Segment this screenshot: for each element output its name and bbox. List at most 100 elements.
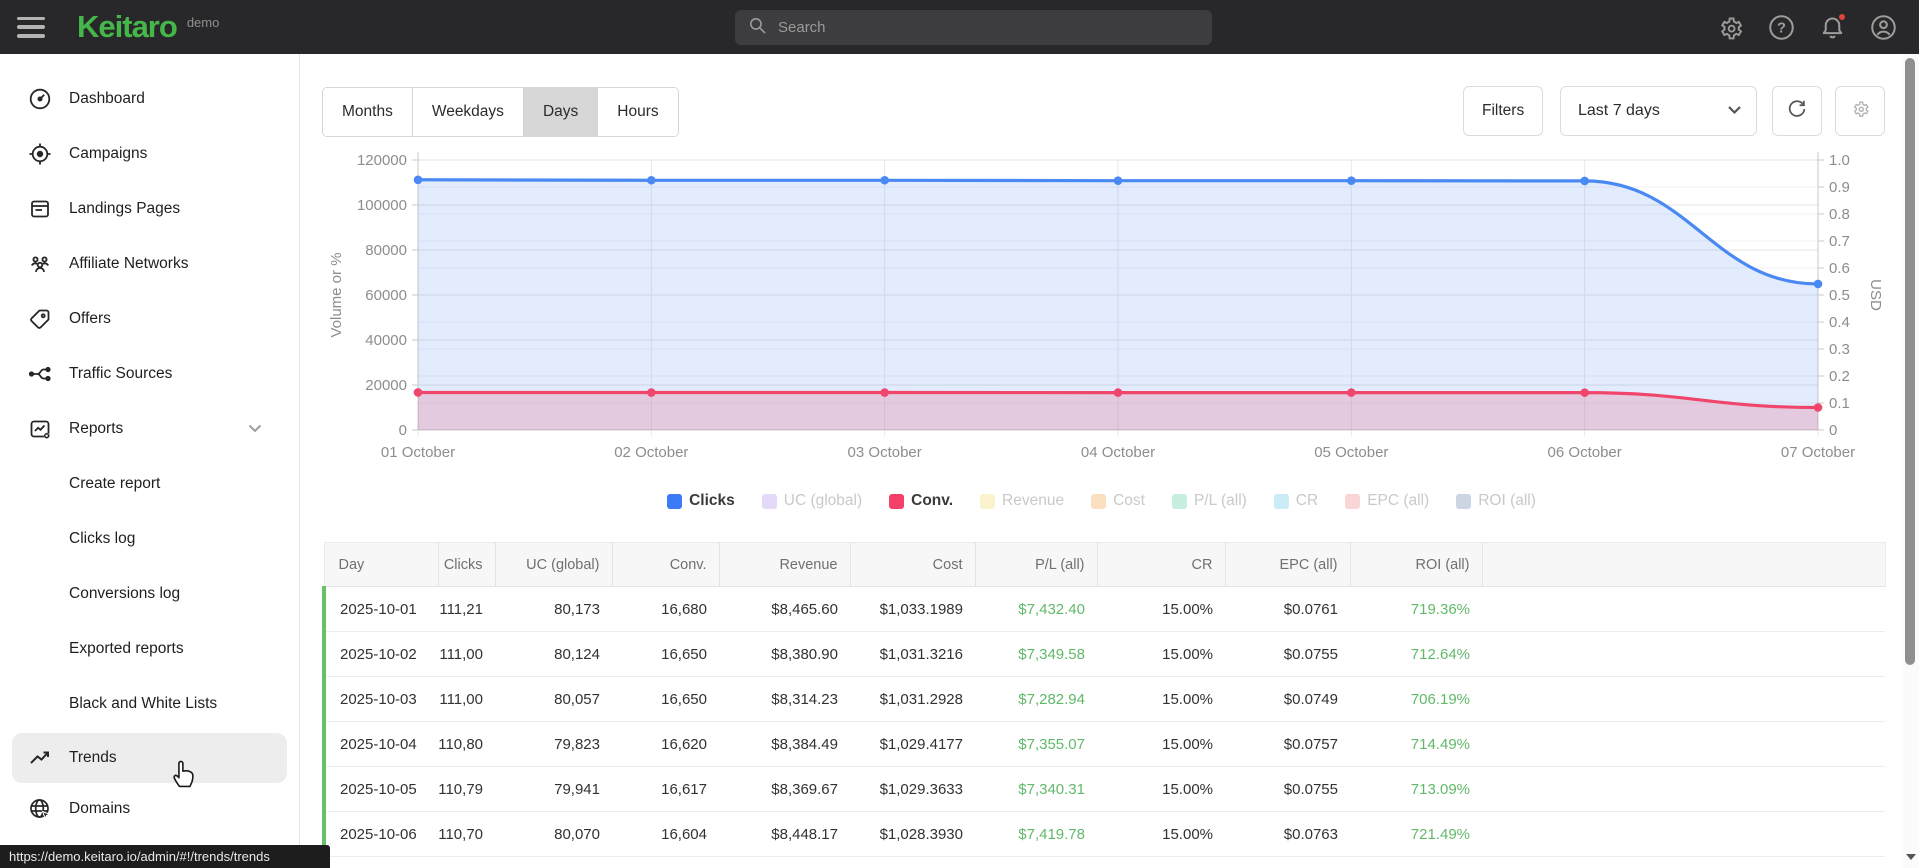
cell-epc: $0.0761: [1225, 586, 1350, 632]
cell-epc: $0.0746: [1225, 856, 1350, 868]
tab-hours[interactable]: Hours: [598, 88, 678, 136]
sidebar-item-conversions-log[interactable]: Conversions log: [0, 566, 299, 621]
main-content: Months Weekdays Days Hours Filters Last …: [301, 54, 1902, 868]
sidebar-item-dashboard[interactable]: Dashboard: [0, 71, 299, 126]
cell-cr: 15.00%: [1097, 676, 1225, 722]
svg-text:100000: 100000: [357, 197, 407, 214]
legend-item[interactable]: EPC (all): [1345, 492, 1429, 510]
legend-label: EPC (all): [1367, 492, 1430, 509]
legend-item[interactable]: Clicks: [667, 492, 735, 510]
svg-text:1.0: 1.0: [1829, 152, 1850, 169]
svg-text:0.6: 0.6: [1829, 260, 1850, 277]
cell-filler: [1482, 721, 1885, 767]
refresh-icon: [1786, 98, 1808, 125]
notifications-bell-icon[interactable]: [1819, 11, 1847, 41]
cell-day: 2025-10-04: [322, 721, 438, 767]
legend-item[interactable]: Conv.: [889, 492, 953, 510]
column-header[interactable]: Conv.: [612, 542, 720, 587]
column-header[interactable]: Day: [323, 542, 439, 587]
legend-item[interactable]: P/L (all): [1171, 492, 1247, 510]
cell-roi: 712.64%: [1350, 631, 1482, 677]
sidebar-item-landings-pages[interactable]: Landings Pages: [0, 181, 299, 236]
sidebar-item-create-report[interactable]: Create report: [0, 456, 299, 511]
svg-text:01 October: 01 October: [381, 444, 455, 461]
refresh-button[interactable]: [1772, 86, 1822, 136]
column-header[interactable]: P/L (all): [975, 542, 1098, 587]
sidebar-item-reports[interactable]: Reports: [0, 401, 299, 456]
table-row: 2025-10-01 111,21 80,173 16,680 $8,465.6…: [322, 586, 1885, 632]
brand-logo[interactable]: Keitaro: [77, 9, 178, 45]
sidebar-item-campaigns[interactable]: Campaigns: [0, 126, 299, 181]
sidebar-item-offers[interactable]: Offers: [0, 291, 299, 346]
cell-clicks: 111,00: [438, 676, 495, 722]
svg-text:06 October: 06 October: [1548, 444, 1622, 461]
column-header[interactable]: UC (global): [495, 542, 613, 587]
column-header[interactable]: EPC (all): [1225, 542, 1351, 587]
svg-text:USD: USD: [1867, 279, 1883, 311]
cell-revenue: $8,384.49: [719, 721, 850, 767]
cell-epc: $0.0755: [1225, 631, 1350, 677]
sidebar-item-label: Clicks log: [69, 529, 136, 547]
svg-text:0: 0: [1829, 422, 1837, 439]
sidebar-item-clicks-log[interactable]: Clicks log: [0, 511, 299, 566]
column-header[interactable]: Cost: [850, 542, 976, 587]
offers-icon: [28, 307, 52, 331]
cell-pl: $1,013.46: [975, 856, 1097, 868]
svg-text:120000: 120000: [357, 152, 407, 169]
tab-months[interactable]: Months: [323, 88, 413, 136]
cell-cost: $517.6296: [850, 856, 975, 868]
cell-pl: $7,282.94: [975, 676, 1097, 722]
svg-text:60000: 60000: [365, 287, 407, 304]
chart-legend: Clicks UC (global) Conv. Revenue Cost P/…: [301, 492, 1902, 510]
cell-clicks: 110,70: [438, 811, 495, 857]
account-avatar-icon[interactable]: [1870, 14, 1897, 41]
cell-day: 2025-10-07: [322, 856, 438, 868]
cell-roi: 706.19%: [1350, 676, 1482, 722]
sidebar-item-label: Landings Pages: [69, 199, 181, 217]
cell-cost: $1,031.2928: [850, 676, 975, 722]
global-search[interactable]: [735, 10, 1212, 45]
legend-item[interactable]: Cost: [1091, 492, 1145, 510]
environment-label: demo: [186, 14, 220, 30]
settings-gear-icon[interactable]: [1717, 14, 1744, 41]
filters-button[interactable]: Filters: [1463, 86, 1544, 136]
column-header[interactable]: Revenue: [719, 542, 851, 587]
scrollbar-track[interactable]: [1902, 54, 1919, 868]
svg-text:02 October: 02 October: [614, 444, 688, 461]
sidebar-item-domains[interactable]: Domains: [0, 781, 299, 836]
cell-pl: $7,432.40: [975, 586, 1097, 632]
cell-uc: 79,823: [495, 721, 612, 767]
cell-filler: [1482, 631, 1885, 677]
sidebar-item-affiliate-networks[interactable]: Affiliate Networks: [0, 236, 299, 291]
cell-day: 2025-10-06: [322, 811, 438, 857]
legend-label: Cost: [1113, 492, 1145, 509]
legend-label: UC (global): [783, 492, 863, 509]
legend-item[interactable]: CR: [1273, 492, 1318, 510]
chart-settings-button[interactable]: [1835, 86, 1885, 136]
sidebar-item-trends[interactable]: Trends: [12, 733, 287, 783]
tab-weekdays[interactable]: Weekdays: [412, 88, 524, 136]
column-header[interactable]: CR: [1097, 542, 1226, 587]
help-icon[interactable]: ?: [1768, 14, 1795, 41]
cell-cr: 15.00%: [1097, 586, 1225, 632]
column-header[interactable]: ROI (all): [1350, 542, 1483, 587]
svg-text:0.8: 0.8: [1829, 206, 1850, 223]
landing-pages-icon: [28, 197, 52, 221]
legend-item[interactable]: ROI (all): [1456, 492, 1536, 510]
svg-text:0.3: 0.3: [1829, 341, 1850, 358]
legend-item[interactable]: UC (global): [761, 492, 863, 510]
sidebar-item-exported-reports[interactable]: Exported reports: [0, 621, 299, 676]
column-header-filler: [1482, 542, 1886, 587]
cell-clicks: 110,79: [438, 766, 495, 812]
scroll-down-arrow-icon[interactable]: [1906, 854, 1916, 860]
hamburger-menu-icon[interactable]: [17, 16, 45, 38]
date-range-select[interactable]: Last 7 days: [1560, 86, 1757, 136]
sidebar-item-traffic-sources[interactable]: Traffic Sources: [0, 346, 299, 401]
search-input[interactable]: [778, 19, 1158, 36]
column-header[interactable]: Clicks: [438, 542, 496, 587]
sidebar-item-black-and-white-lists[interactable]: Black and White Lists: [0, 676, 299, 731]
scrollbar-thumb[interactable]: [1905, 58, 1915, 665]
sidebar-item-label: Affiliate Networks: [69, 254, 189, 272]
tab-days[interactable]: Days: [523, 88, 599, 136]
legend-item[interactable]: Revenue: [980, 492, 1064, 510]
